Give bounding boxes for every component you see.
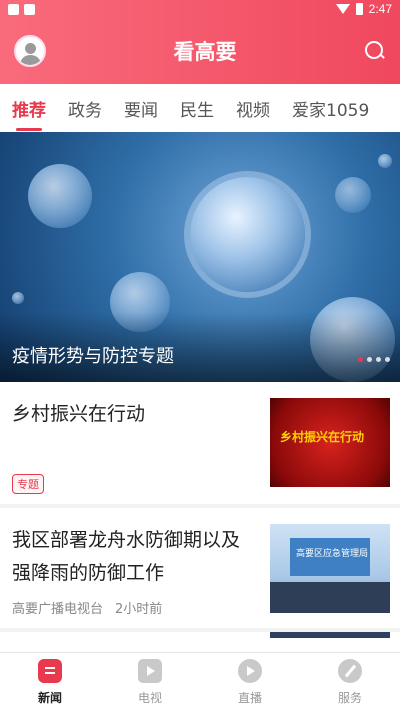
- compass-icon: [338, 659, 362, 683]
- news-source: 高要广播电视台: [12, 602, 104, 617]
- news-title: 乡村振兴在行动: [12, 403, 146, 425]
- notification-icons: [8, 3, 35, 15]
- tab-recommend[interactable]: 推荐: [12, 96, 46, 131]
- carousel-indicator: [358, 357, 390, 362]
- virus-image: [190, 177, 305, 292]
- bottom-nav: 新闻 电视 直播 服务: [0, 652, 400, 710]
- thumbnail-people: [270, 582, 390, 613]
- notification-icon: [24, 3, 35, 15]
- banner-carousel[interactable]: 疫情形势与防控专题: [0, 132, 400, 382]
- status-indicators: 2:47: [335, 2, 392, 16]
- tab-video[interactable]: 视频: [236, 96, 270, 121]
- tv-icon: [138, 659, 162, 683]
- tab-aijia1059[interactable]: 爱家1059: [292, 96, 369, 121]
- virus-image: [28, 164, 92, 228]
- nav-news[interactable]: 新闻: [0, 653, 100, 710]
- banner-caption: 疫情形势与防控专题: [12, 346, 174, 367]
- nav-live[interactable]: 直播: [200, 653, 300, 710]
- wifi-icon: [335, 4, 350, 14]
- status-time: 2:47: [368, 2, 392, 16]
- thumbnail-caption: 高要区应急管理局: [296, 549, 369, 559]
- search-icon[interactable]: [364, 40, 386, 62]
- virus-image: [335, 177, 371, 213]
- news-meta: 高要广播电视台 2小时前: [12, 598, 162, 617]
- nav-label: 电视: [137, 691, 162, 705]
- list-item[interactable]: 我区部署龙舟水防御期以及强降雨的防御工作 高要广播电视台 2小时前 高要区应急管理…: [0, 508, 400, 628]
- header: 2:47 看高要: [0, 0, 400, 84]
- status-bar: 2:47: [0, 0, 400, 18]
- news-thumbnail: 乡村振兴在行动: [270, 398, 390, 487]
- app-title: 看高要: [173, 40, 237, 64]
- news-icon: [38, 659, 62, 683]
- list-item[interactable]: [0, 632, 400, 652]
- virus-image: [12, 292, 24, 304]
- carousel-dot: [367, 357, 372, 362]
- carousel-dot: [376, 357, 381, 362]
- news-title: 我区部署龙舟水防御期以及强降雨的防御工作: [12, 529, 241, 584]
- category-tabs: 推荐 政务 要闻 民生 视频 爱家1059: [0, 84, 400, 132]
- avatar[interactable]: [14, 35, 46, 67]
- thumbnail-caption: 乡村振兴在行动: [280, 430, 365, 444]
- play-icon: [238, 659, 262, 683]
- nav-label: 服务: [337, 691, 362, 705]
- nav-service[interactable]: 服务: [300, 653, 400, 710]
- tab-government[interactable]: 政务: [68, 96, 102, 121]
- carousel-dot: [358, 357, 363, 362]
- battery-icon: [355, 3, 363, 15]
- list-item[interactable]: 乡村振兴在行动 专题 乡村振兴在行动: [0, 382, 400, 504]
- notification-icon: [8, 3, 19, 15]
- virus-image: [378, 154, 392, 168]
- tab-livelihood[interactable]: 民生: [180, 96, 214, 121]
- nav-label: 新闻: [37, 691, 62, 705]
- topic-badge: 专题: [12, 474, 44, 494]
- news-thumbnail: 高要区应急管理局: [270, 524, 390, 613]
- nav-label: 直播: [237, 691, 262, 705]
- tab-headlines[interactable]: 要闻: [124, 96, 158, 121]
- nav-tv[interactable]: 电视: [100, 653, 200, 710]
- news-time: 2小时前: [115, 602, 163, 617]
- news-thumbnail: [270, 632, 390, 638]
- carousel-dot: [385, 357, 390, 362]
- app-bar: 看高要: [0, 18, 400, 84]
